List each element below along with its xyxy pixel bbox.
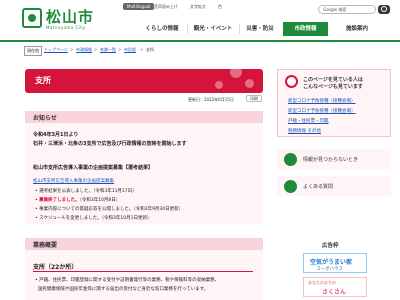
breadcrumb-link-shimin[interactable]: 市民部 (124, 47, 136, 53)
business-heading-text: 業務概要 (33, 242, 58, 249)
notice-item-2-red: 募集終了しました。 (39, 198, 80, 203)
notice-item-3: 事業内容についての質疑応答を公開しました。（令和3年9月30日更新） (39, 207, 184, 212)
related-link-1[interactable]: 新型コロナ予防接種（接種会場） (288, 98, 356, 104)
nav-kurashi[interactable]: くらしの情報 (138, 22, 186, 36)
ad-banner-1-sub: コーポハウス (316, 267, 343, 272)
logo-subtext: Matsuyama City (46, 25, 86, 30)
breadcrumb-current: 支所 (146, 47, 154, 52)
breadcrumb-separator: > (70, 47, 74, 52)
breadcrumb-link-shisei[interactable]: 市政情報 (76, 47, 92, 53)
business-text-1: • 戸籍、住民票、印鑑登録に関する受付や証明書発行等の業務、税や保険料等の収納業… (35, 278, 220, 283)
breadcrumb-separator: > (118, 47, 122, 52)
breadcrumb-link-top[interactable]: トップページ (44, 47, 68, 53)
notice-heading: お知らせ (25, 111, 263, 123)
business-body (25, 250, 263, 300)
breadcrumb-tag: 現在地 (24, 46, 42, 56)
site-logo[interactable]: 松山市 Matsuyama City (22, 8, 102, 34)
breadcrumb: 現在地 トップページ > 市政情報 > 各課一覧 > 市民部 > 支所 (0, 45, 400, 56)
faq-icon (284, 180, 297, 193)
ad-banner-2-top: あなたのまちの (308, 280, 336, 285)
faq-link[interactable]: よくある質問 (277, 176, 391, 196)
notice-heading-text: お知らせ (33, 115, 57, 122)
breadcrumb-separator: > (94, 47, 98, 52)
business-subheading: 支所（22か所） (33, 264, 78, 271)
ad-banner-1-title: 空気がうまい家 (310, 259, 353, 266)
faq-label: よくある質問 (303, 184, 334, 190)
notice-bullet: • スケジュールを変更しました。（令和3年10月1日更新） (35, 216, 152, 221)
notice-item-2-rest: （令和3年10月8日） (79, 198, 121, 203)
notice-bullet: • 事業内容についての質疑応答を公開しました。（令和3年9月30日更新） (35, 207, 184, 212)
print-button[interactable]: 印刷 (246, 95, 262, 102)
notice-item-4: スケジュールを変更しました。（令和3年10月1日更新） (39, 216, 152, 221)
notice-topic: 松山市支所広告導入事業の企画提案募集【選考結果】 (33, 165, 154, 171)
search-icon[interactable] (378, 5, 390, 14)
ad-banner-1[interactable]: 空気がうまい家 コーポハウス (303, 253, 367, 273)
city-emblem-icon (22, 8, 42, 28)
notice-bullet: • 募集終了しました。（令和3年10月8日） (35, 198, 121, 203)
related-title-1: このページを見ている人は (303, 77, 363, 83)
business-text-1-content: 戸籍、住民票、印鑑登録に関する受付や証明書発行等の業務、税や保険料等の収納業務、 (39, 278, 220, 283)
ad-banner-2[interactable]: あなたのまちの さくさん (303, 277, 367, 297)
language-button[interactable]: Multilingual (123, 3, 155, 10)
page-title: 支所 (35, 76, 51, 85)
page-title-banner: 支所 (25, 69, 263, 93)
question-icon (284, 153, 297, 166)
search-placeholder: Google 検索 (323, 7, 347, 12)
related-title-2: こんなページも見ています (303, 84, 363, 90)
breadcrumb-separator: > (140, 47, 144, 52)
color-button[interactable]: 色 (218, 4, 222, 10)
search-input[interactable]: Google 検索 (318, 5, 376, 14)
nav-kanko[interactable]: 観光・イベント (188, 22, 238, 36)
header-divider (0, 40, 400, 42)
eye-icon (285, 75, 298, 88)
logo-text: 松山市 (46, 8, 95, 26)
decor-flower-icon (230, 69, 242, 78)
notice-bullet: • 選考結果を公表しました。（令和3年11月17日） (35, 189, 137, 194)
ad-heading: 広告枠 (322, 243, 339, 249)
not-found-label: 情報が見つからないとき (303, 157, 359, 163)
ad-banner-2-main: さくさん (322, 289, 347, 296)
related-link-4[interactable]: 税務情報 その他 (288, 128, 321, 134)
updated-date: 更新日：2022年6月15日 (188, 97, 234, 102)
text-size-button[interactable]: 文字拡大 (190, 4, 206, 10)
decor-flower-icon (245, 79, 254, 88)
business-text-2: 国民健康保険や国民年金等に関する届出の受付など身近な窓口業務を行っています。 (35, 286, 208, 292)
nav-shisetsu[interactable]: 施設案内 (332, 22, 382, 36)
nav-shisei[interactable]: 市政情報 (283, 22, 328, 36)
not-found-link[interactable]: 情報が見つからないとき (277, 149, 391, 169)
nav-bousai[interactable]: 災害・防災 (240, 22, 280, 36)
subheading-underline (33, 271, 253, 272)
decor-flower-icon (215, 81, 223, 89)
related-link-2[interactable]: 新型コロナ予防接種（接種会場） (288, 108, 356, 114)
notice-item-1: 選考結果を公表しました。（令和3年11月17日） (39, 189, 137, 194)
notice-ad-start: 石井・三津浜・北条の3支所で広告及び行政情報の放映を開始します (33, 141, 187, 147)
site-header: 松山市 Matsuyama City Multilingual 音声読み上げ 文… (0, 0, 400, 40)
business-heading: 業務概要 (25, 238, 263, 250)
related-link-3[interactable]: 戸籍・住民票・印鑑 (288, 118, 329, 124)
notice-link[interactable]: 松山市支所広告導入事業の企画提案募集 (33, 178, 114, 184)
breadcrumb-link-kakuka[interactable]: 各課一覧 (100, 47, 116, 53)
notice-date: 令和4年3月1日より (33, 132, 79, 138)
business-text-2-content: 国民健康保険や国民年金等に関する届出の受付など身近な窓口業務を行っています。 (37, 287, 209, 292)
voice-read-button[interactable]: 音声読み上げ (154, 4, 178, 10)
